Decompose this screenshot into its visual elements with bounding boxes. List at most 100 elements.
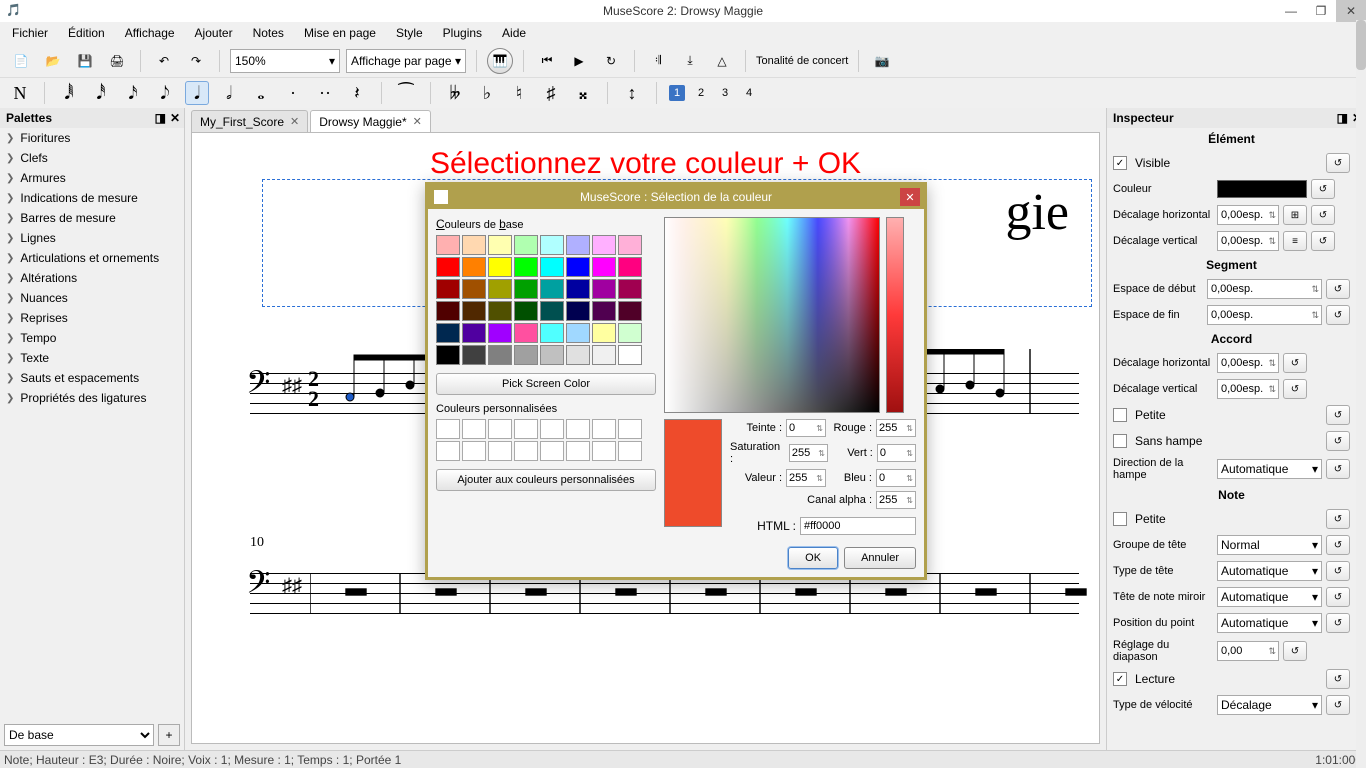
reset-button[interactable]: ↺	[1326, 459, 1350, 479]
play-checkbox[interactable]: ✓	[1113, 672, 1127, 686]
note-input-button[interactable]: N	[8, 81, 32, 105]
loop-button[interactable]: ↻	[598, 48, 624, 74]
stem-direction-select[interactable]: Automatique▾	[1217, 459, 1322, 479]
palette-item[interactable]: ❯Sauts et espacements	[0, 368, 184, 388]
basic-color-swatch[interactable]	[566, 257, 590, 277]
voice-2-button[interactable]: 2	[693, 85, 709, 101]
natural-button[interactable]: ♮	[507, 81, 531, 105]
palette-item[interactable]: ❯Indications de mesure	[0, 188, 184, 208]
basic-color-swatch[interactable]	[514, 323, 538, 343]
v-offset-input[interactable]: 0,00esp.	[1217, 231, 1279, 251]
basic-color-swatch[interactable]	[462, 301, 486, 321]
custom-color-swatch[interactable]	[618, 441, 642, 461]
double-sharp-button[interactable]: 𝄪	[571, 81, 595, 105]
repeat-button[interactable]: 𝄇	[645, 48, 671, 74]
basic-color-swatch[interactable]	[514, 345, 538, 365]
workspace-select[interactable]: De base	[4, 724, 154, 746]
note-8th-button[interactable]: 𝅘𝅥𝅮	[153, 81, 177, 105]
basic-color-swatch[interactable]	[514, 257, 538, 277]
palettes-close-icon[interactable]: ✕	[170, 111, 180, 125]
double-flat-button[interactable]: 𝄫	[443, 81, 467, 105]
basic-color-swatch[interactable]	[592, 323, 616, 343]
custom-color-swatch[interactable]	[488, 419, 512, 439]
leading-space-input[interactable]: 0,00esp.	[1207, 279, 1322, 299]
rest-button[interactable]: 𝄽	[345, 81, 369, 105]
hue-slider[interactable]	[886, 217, 904, 413]
custom-color-swatch[interactable]	[436, 419, 460, 439]
palette-item[interactable]: ❯Tempo	[0, 328, 184, 348]
note-half-button[interactable]: 𝅗𝅥	[217, 81, 241, 105]
menu-plugins[interactable]: Plugins	[433, 23, 492, 43]
green-input[interactable]: 0	[877, 444, 916, 462]
grid-button[interactable]: ≡	[1283, 231, 1307, 251]
print-button[interactable]: 🖨	[104, 48, 130, 74]
basic-color-swatch[interactable]	[436, 257, 460, 277]
flat-button[interactable]: ♭	[475, 81, 499, 105]
grid-button[interactable]: ⊞	[1283, 205, 1307, 225]
palette-item[interactable]: ❯Articulations et ornements	[0, 248, 184, 268]
custom-color-swatch[interactable]	[540, 441, 564, 461]
menu-file[interactable]: Fichier	[2, 23, 58, 43]
sharp-button[interactable]: ♯	[539, 81, 563, 105]
metronome-button[interactable]: △	[709, 48, 735, 74]
custom-color-swatch[interactable]	[618, 419, 642, 439]
reset-button[interactable]: ↺	[1326, 405, 1350, 425]
basic-color-swatch[interactable]	[488, 235, 512, 255]
custom-color-swatch[interactable]	[592, 419, 616, 439]
reset-button[interactable]: ↺	[1326, 153, 1350, 173]
reset-button[interactable]: ↺	[1326, 613, 1350, 633]
palette-item[interactable]: ❯Armures	[0, 168, 184, 188]
basic-color-swatch[interactable]	[488, 279, 512, 299]
palette-item[interactable]: ❯Barres de mesure	[0, 208, 184, 228]
mirror-select[interactable]: Automatique▾	[1217, 587, 1322, 607]
basic-color-swatch[interactable]	[514, 279, 538, 299]
custom-color-swatch[interactable]	[566, 419, 590, 439]
basic-color-swatch[interactable]	[462, 323, 486, 343]
cancel-button[interactable]: Annuler	[844, 547, 916, 569]
reset-button[interactable]: ↺	[1326, 587, 1350, 607]
rewind-button[interactable]: ⏮	[534, 48, 560, 74]
basic-color-swatch[interactable]	[436, 301, 460, 321]
basic-color-swatch[interactable]	[618, 279, 642, 299]
custom-color-swatch[interactable]	[488, 441, 512, 461]
custom-color-swatch[interactable]	[436, 441, 460, 461]
basic-color-swatch[interactable]	[618, 345, 642, 365]
note-double-dot-button[interactable]: ··	[313, 81, 337, 105]
dot-position-select[interactable]: Automatique▾	[1217, 613, 1322, 633]
add-workspace-button[interactable]: +	[158, 724, 180, 746]
add-custom-color-button[interactable]: Ajouter aux couleurs personnalisées	[436, 469, 656, 491]
new-file-button[interactable]: 📄	[8, 48, 34, 74]
reset-button[interactable]: ↺	[1326, 669, 1350, 689]
basic-color-swatch[interactable]	[462, 345, 486, 365]
note-quarter-button[interactable]: 𝅘𝅥	[185, 81, 209, 105]
basic-color-swatch[interactable]	[540, 301, 564, 321]
custom-color-swatch[interactable]	[592, 441, 616, 461]
basic-color-swatch[interactable]	[436, 345, 460, 365]
tab-drowsy-maggie[interactable]: Drowsy Maggie*✕	[310, 110, 431, 132]
visible-checkbox[interactable]: ✓	[1113, 156, 1127, 170]
reset-button[interactable]: ↺	[1283, 379, 1307, 399]
palette-item[interactable]: ❯Fioritures	[0, 128, 184, 148]
ok-button[interactable]: OK	[788, 547, 838, 569]
palette-item[interactable]: ❯Reprises	[0, 308, 184, 328]
note-16th-button[interactable]: 𝅘𝅥𝅯	[121, 81, 145, 105]
inspector-undock-icon[interactable]: ◨	[1337, 111, 1348, 125]
basic-color-swatch[interactable]	[462, 235, 486, 255]
custom-color-swatch[interactable]	[462, 419, 486, 439]
basic-color-swatch[interactable]	[462, 257, 486, 277]
tab-my-first-score[interactable]: My_First_Score✕	[191, 110, 308, 132]
play-button[interactable]: ▶	[566, 48, 592, 74]
palette-item[interactable]: ❯Lignes	[0, 228, 184, 248]
basic-color-swatch[interactable]	[488, 257, 512, 277]
pan-button[interactable]: ⤓	[677, 48, 703, 74]
basic-color-swatch[interactable]	[566, 235, 590, 255]
concert-pitch-label[interactable]: Tonalité de concert	[756, 55, 848, 67]
basic-color-swatch[interactable]	[514, 235, 538, 255]
reset-button[interactable]: ↺	[1326, 431, 1350, 451]
image-capture-button[interactable]: 📷	[869, 48, 895, 74]
reset-button[interactable]: ↺	[1326, 535, 1350, 555]
basic-color-swatch[interactable]	[436, 279, 460, 299]
basic-color-swatch[interactable]	[592, 345, 616, 365]
velocity-type-select[interactable]: Décalage▾	[1217, 695, 1322, 715]
trailing-space-input[interactable]: 0,00esp.	[1207, 305, 1322, 325]
